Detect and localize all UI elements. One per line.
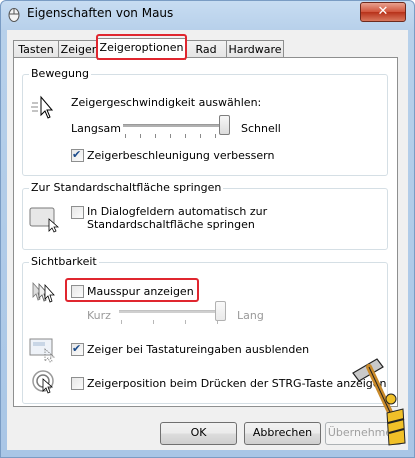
trails-long-label: Lang [237, 309, 264, 322]
cancel-button[interactable]: Abbrechen [244, 422, 321, 445]
tab-rad[interactable]: Rad [185, 40, 227, 58]
precision-label: Zeigerbeschleunigung verbessern [87, 149, 275, 162]
checkmark-icon: ✔ [72, 342, 82, 355]
trails-length-thumb[interactable] [215, 301, 226, 321]
group-label-motion: Bewegung [29, 67, 91, 80]
trails-highlight-box [65, 278, 199, 302]
ok-button[interactable]: OK [160, 422, 237, 445]
precision-checkbox[interactable]: ✔ [71, 148, 84, 162]
show-location-label: Zeigerposition beim Drücken der STRG-Tas… [87, 377, 387, 390]
checkmark-icon: ✔ [72, 148, 82, 161]
show-location-icon [32, 370, 54, 394]
snap-to-label: In Dialogfeldern automatisch zur Standar… [87, 205, 268, 231]
speed-label: Zeigergeschwindigkeit auswählen: [71, 96, 262, 109]
pointer-speed-slider[interactable] [123, 115, 233, 141]
tab-highlight-box [96, 34, 187, 60]
pointer-speed-icon [31, 95, 53, 119]
show-location-checkbox[interactable] [71, 377, 84, 390]
group-motion: Bewegung Zeigergeschwindigkeit auswählen… [22, 67, 388, 176]
snap-to-button-icon [29, 207, 59, 233]
group-label-visibility: Sichtbarkeit [29, 255, 99, 268]
trails-length-slider[interactable] [119, 301, 229, 327]
hide-pointer-icon [29, 338, 56, 363]
close-icon: ✕ [377, 4, 389, 19]
hide-pointer-label: Zeiger bei Tastatureingaben ausblenden [87, 343, 310, 356]
trails-short-label: Kurz [87, 309, 111, 322]
title-bar[interactable]: Eigenschaften von Maus ✕ [1, 1, 414, 27]
snap-to-checkbox[interactable] [71, 206, 84, 219]
window-title: Eigenschaften von Maus [27, 6, 174, 20]
speed-fast-label: Schnell [241, 122, 281, 135]
group-visibility: Sichtbarkeit Mausspur anzeigen Kurz Lang… [22, 255, 388, 404]
hammer-mascot-icon [352, 358, 406, 446]
tab-zeiger[interactable]: Zeiger [58, 40, 99, 58]
mouse-icon [8, 8, 20, 22]
tab-tasten[interactable]: Tasten [13, 40, 59, 58]
tab-hardware[interactable]: Hardware [226, 40, 284, 58]
hide-pointer-checkbox[interactable]: ✔ [71, 342, 84, 356]
close-button[interactable]: ✕ [360, 2, 406, 22]
pointer-speed-thumb[interactable] [219, 115, 230, 135]
mouse-properties-window: Eigenschaften von Maus ✕ Tasten Zeiger Z… [0, 0, 415, 458]
speed-slow-label: Langsam [71, 122, 122, 135]
group-snap-to: Zur Standardschaltfläche springen In Dia… [22, 181, 388, 250]
tab-panel-pointer-options: Bewegung Zeigergeschwindigkeit auswählen… [13, 57, 398, 407]
group-label-snap-to: Zur Standardschaltfläche springen [29, 181, 224, 194]
pointer-trails-icon [32, 281, 55, 303]
